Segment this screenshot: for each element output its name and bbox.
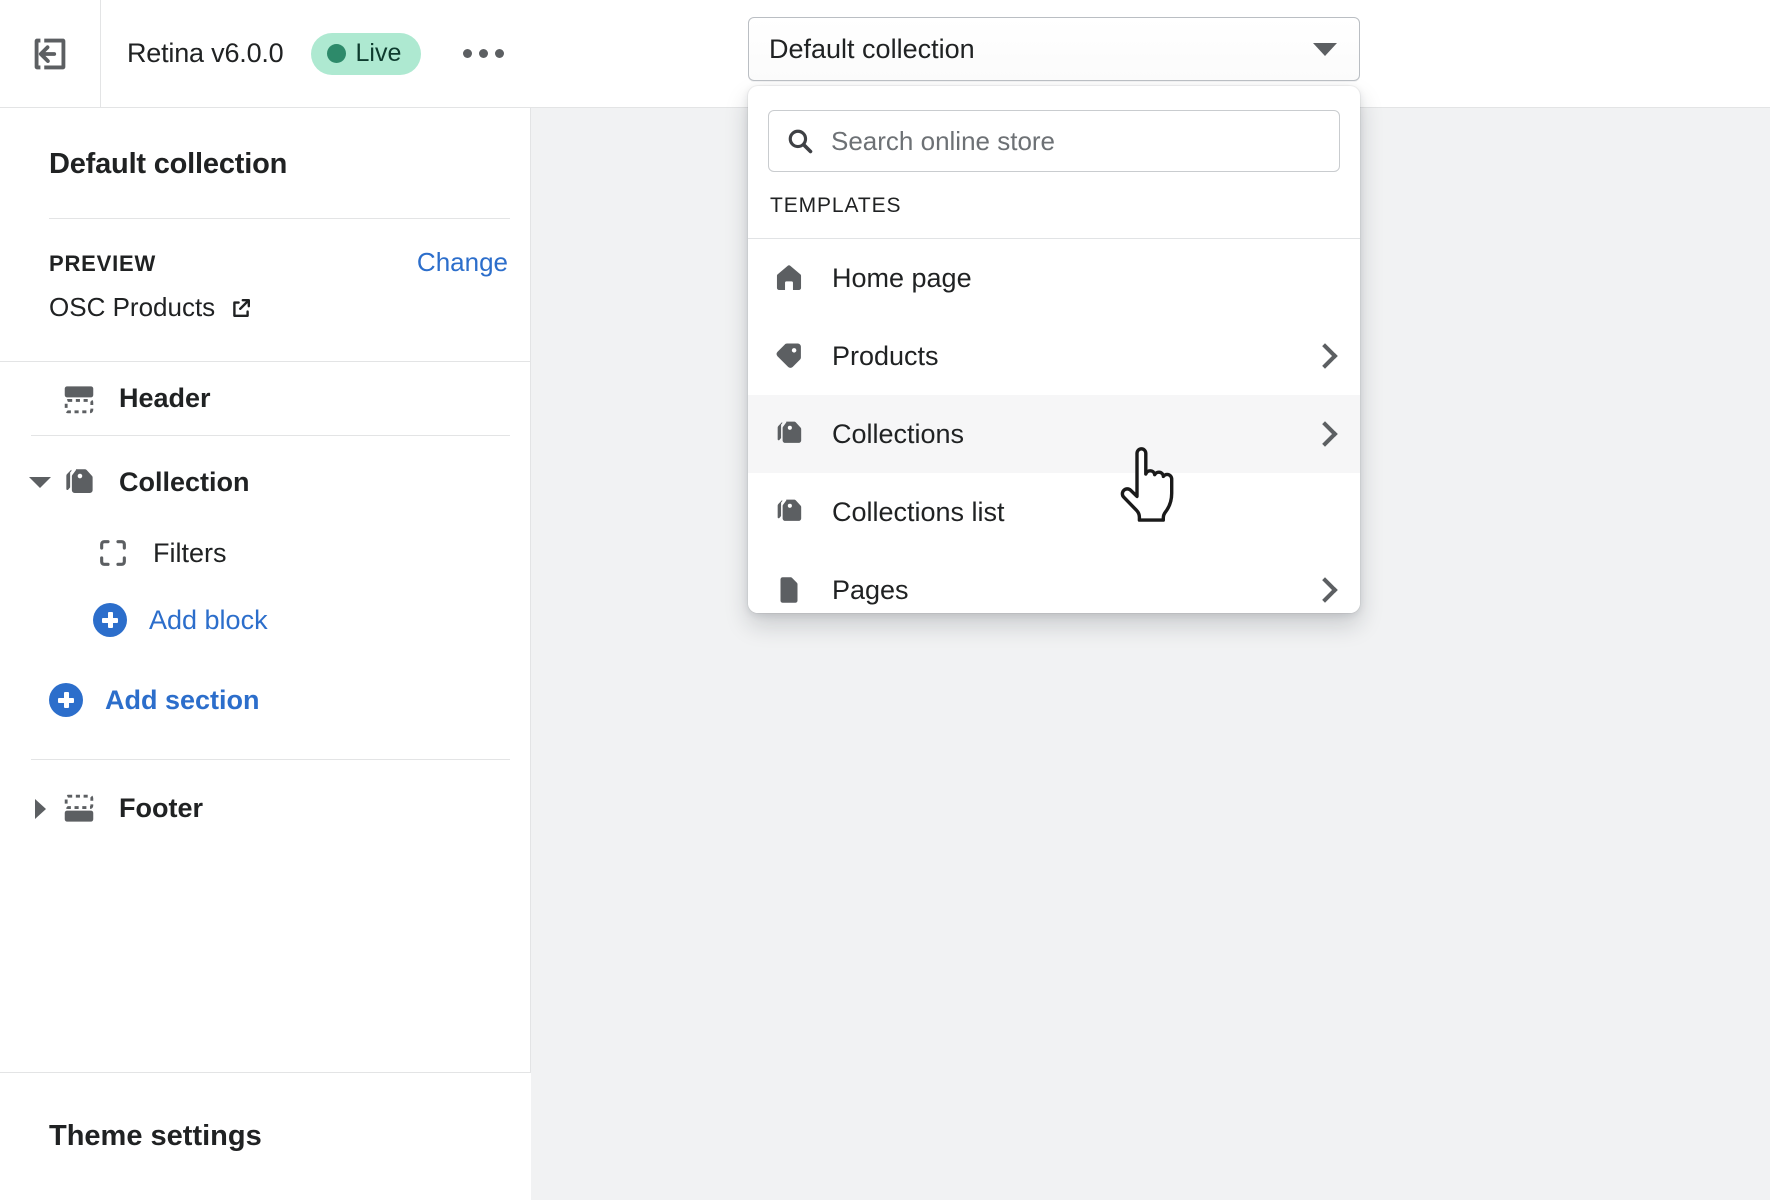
search-icon [785,126,815,156]
theme-settings-label: Theme settings [49,1120,262,1152]
footer-section-icon [59,790,99,828]
template-option-products[interactable]: Products [748,317,1360,395]
ellipsis-icon-dot-2 [478,49,488,58]
theme-editor-app: Retina v6.0.0 Live Default collection PR… [0,0,1770,1200]
theme-settings-button[interactable]: Theme settings [0,1072,531,1200]
page-title: Default collection [49,148,288,180]
chevron-down-icon [1313,42,1337,56]
home-icon [772,261,806,295]
chevron-right-icon [1312,577,1338,603]
preview-store-name: OSC Products [49,292,216,322]
change-preview-link[interactable]: Change [417,247,508,278]
template-option-pages[interactable]: Pages [748,551,1360,613]
ellipsis-icon-dot-3 [494,49,504,58]
preview-store-link[interactable]: OSC Products [49,292,253,323]
template-selector-trigger[interactable]: Default collection [748,17,1360,81]
add-section-button[interactable]: Add section [0,667,530,733]
divider-under-header [31,435,510,436]
product-tag-icon [772,339,806,373]
theme-info: Retina v6.0.0 Live [101,26,513,82]
tree-item-header-label: Header [119,383,211,413]
chevron-down-icon [29,477,51,488]
chevron-right-icon [1312,343,1338,369]
ellipsis-icon-dot-1 [462,49,472,58]
tree-item-filters[interactable]: Filters [0,519,530,587]
template-option-home-page[interactable]: Home page [748,239,1360,317]
status-badge-label: Live [355,39,402,67]
collapse-sidebar-icon [27,31,73,77]
status-dot-icon [326,44,346,63]
page-icon [772,573,806,607]
search-container [748,86,1360,194]
preview-label: PREVIEW [49,251,157,276]
divider-above-footer [31,759,510,760]
tree-item-footer-label: Footer [119,793,203,823]
section-tree: Header Collection Filters Add block Add … [0,362,530,845]
chevron-right-icon [1312,421,1338,447]
header-section-icon [59,380,99,418]
template-selector-popover: TEMPLATES Home page [748,86,1360,613]
templates-section-header: TEMPLATES [748,194,1360,239]
theme-name: Retina v6.0.0 [127,38,284,68]
plus-circle-icon [93,603,127,637]
tree-item-filters-label: Filters [153,537,227,568]
template-option-label: Collections list [832,496,1005,527]
plus-circle-icon [49,683,83,717]
template-option-list: Home page Products Collections Collectio… [748,239,1360,613]
tree-item-collection-label: Collection [119,467,250,497]
collection-tags-icon [772,417,806,451]
add-block-button[interactable]: Add block [0,587,530,653]
external-link-icon [229,296,253,320]
template-option-label: Home page [832,262,972,293]
collection-twisty-toggle[interactable] [25,477,55,488]
template-option-collections-list[interactable]: Collections list [748,473,1360,551]
more-actions-button[interactable] [453,26,513,82]
add-block-label: Add block [149,604,268,635]
tree-item-collection[interactable]: Collection [0,446,530,519]
footer-twisty-toggle[interactable] [25,798,55,819]
block-placeholder-icon [93,536,133,570]
template-selector-value: Default collection [769,33,975,64]
add-section-label: Add section [105,684,260,715]
preview-block: PREVIEW Change OSC Products [0,219,530,323]
search-input[interactable] [831,111,1323,171]
template-option-label: Products [832,340,939,371]
collection-tags-icon [772,495,806,529]
template-option-label: Pages [832,574,909,605]
search-field[interactable] [768,110,1340,172]
template-option-label: Collections [832,418,965,449]
template-option-collections[interactable]: Collections [748,395,1360,473]
collection-tags-icon [59,464,99,502]
collapse-sidebar-button[interactable] [0,0,100,108]
tree-item-footer[interactable]: Footer [0,772,530,845]
chevron-right-icon [34,798,46,819]
left-sidebar: Default collection PREVIEW Change OSC Pr… [0,108,531,1200]
status-badge: Live [310,32,422,75]
tree-item-header[interactable]: Header [0,362,530,435]
